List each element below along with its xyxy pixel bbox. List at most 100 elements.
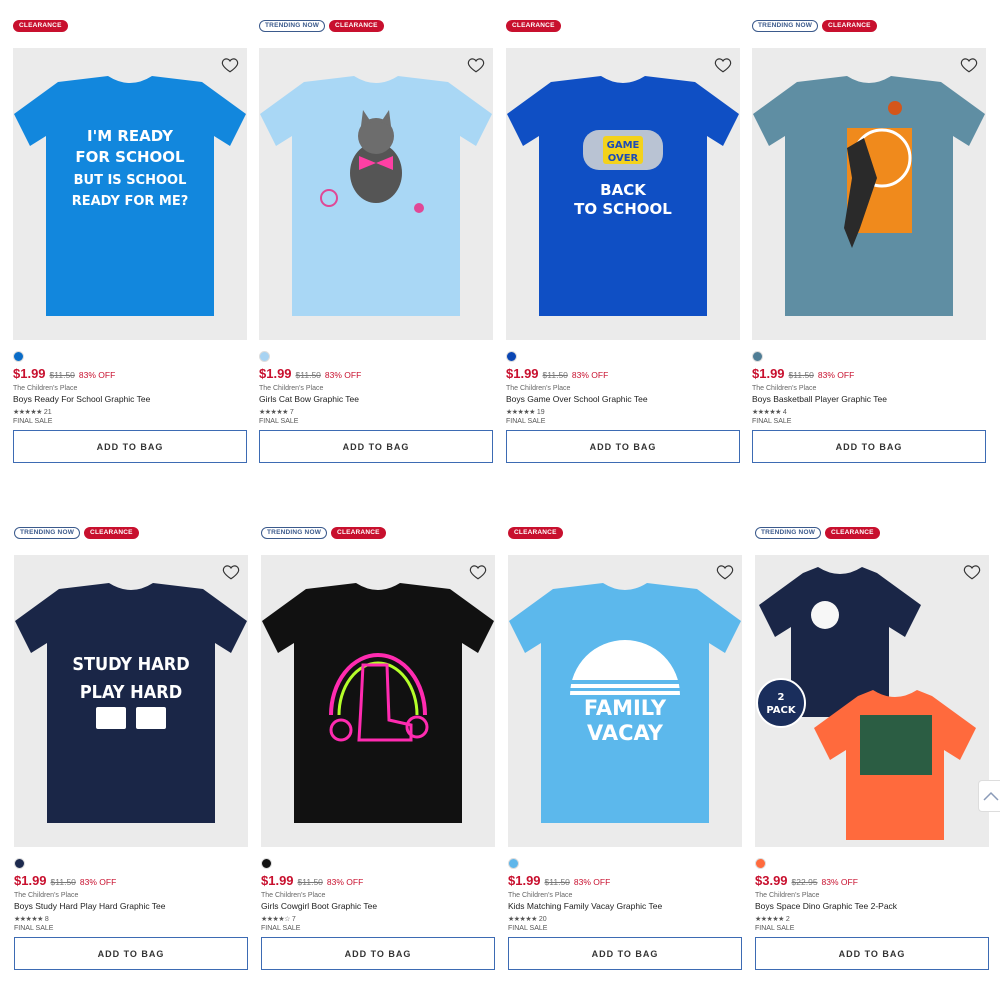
rating[interactable]: ★★★★★ 8 xyxy=(14,914,248,924)
add-to-bag-button[interactable]: ADD TO BAG xyxy=(14,937,248,970)
add-to-bag-button[interactable]: ADD TO BAG xyxy=(259,430,493,463)
product-card[interactable]: TRENDING NOW CLEARANCE $1.99 $11.50 83% OFF T… xyxy=(259,20,493,463)
product-name-link[interactable]: Girls Cat Bow Graphic Tee xyxy=(259,394,493,404)
product-image[interactable]: 2 PACK xyxy=(755,555,989,847)
shirt-graphic-text: GAME xyxy=(607,140,640,151)
discount-label: 83% OFF xyxy=(79,877,117,887)
clearance-badge: CLEARANCE xyxy=(84,527,139,539)
sale-price: $1.99 xyxy=(13,366,46,381)
trending-badge: TRENDING NOW xyxy=(261,527,328,539)
shirt-graphic-text: 2 xyxy=(778,692,785,703)
shirt-graphic-text: STUDY HARD xyxy=(72,654,189,675)
product-image[interactable]: FAMILYVACAY xyxy=(508,555,742,847)
product-name-link[interactable]: Boys Ready For School Graphic Tee xyxy=(13,394,247,404)
add-to-bag-button[interactable]: ADD TO BAG xyxy=(13,430,247,463)
product-image-container[interactable]: I'M READY FOR SCHOOL BUT IS SCHOOL READY FO… xyxy=(13,48,247,340)
shirt-graphic-text: READY FOR ME? xyxy=(72,194,189,209)
product-card[interactable]: TRENDING NOW CLEARANCE STUDY HARD PLAY HARD… xyxy=(14,527,248,970)
product-name-link[interactable]: Boys Game Over School Graphic Tee xyxy=(506,394,740,404)
shirt-graphic-text: I'M READY xyxy=(87,127,174,145)
badge-row: TRENDING NOW CLEARANCE xyxy=(752,20,986,34)
discount-label: 83% OFF xyxy=(573,877,611,887)
badge-row: CLEARANCE xyxy=(506,20,740,34)
scroll-to-top-button[interactable] xyxy=(978,780,1000,812)
product-image[interactable] xyxy=(261,555,495,847)
brand-name: The Children's Place xyxy=(755,892,820,899)
rating[interactable]: ★★★★★ 2 xyxy=(755,914,989,924)
shirt-graphic-text: TO SCHOOL xyxy=(574,200,672,218)
clearance-badge: CLEARANCE xyxy=(331,527,386,539)
color-swatch[interactable] xyxy=(14,858,25,869)
badge-row: TRENDING NOW CLEARANCE xyxy=(14,527,248,541)
rating[interactable]: ★★★★☆ 7 xyxy=(261,914,495,924)
heart-icon[interactable] xyxy=(222,563,240,581)
product-card[interactable]: TRENDING NOW CLEARANCE $1.99 $11.50 83% OFF T… xyxy=(752,20,986,463)
product-card[interactable]: TRENDING NOW CLEARANCE $1.99 $11.50 83% OFF T… xyxy=(261,527,495,970)
trending-badge: TRENDING NOW xyxy=(259,20,326,32)
product-image[interactable] xyxy=(752,48,986,340)
heart-icon[interactable] xyxy=(963,563,981,581)
color-swatch[interactable] xyxy=(508,858,519,869)
product-image[interactable]: I'M READY FOR SCHOOL BUT IS SCHOOL READY FO… xyxy=(13,48,247,340)
product-image-container[interactable] xyxy=(752,48,986,340)
sale-price: $3.99 xyxy=(755,873,788,888)
product-image-container[interactable]: 2 PACK xyxy=(755,555,989,847)
add-to-bag-button[interactable]: ADD TO BAG xyxy=(508,937,742,970)
heart-icon[interactable] xyxy=(469,563,487,581)
product-image[interactable]: GAME OVER BACKTO SCHOOL xyxy=(506,48,740,340)
badge-row: TRENDING NOW CLEARANCE xyxy=(755,527,989,541)
final-sale-label: FINAL SALE xyxy=(752,418,792,425)
final-sale-label: FINAL SALE xyxy=(261,925,301,932)
clearance-badge: CLEARANCE xyxy=(13,20,68,32)
sale-price: $1.99 xyxy=(508,873,541,888)
color-swatch[interactable] xyxy=(259,351,270,362)
rating[interactable]: ★★★★★ 19 xyxy=(506,407,740,417)
sale-price: $1.99 xyxy=(14,873,47,888)
brand-name: The Children's Place xyxy=(261,892,326,899)
clearance-badge: CLEARANCE xyxy=(508,527,563,539)
product-card[interactable]: CLEARANCE FAMILY VACAY $1.99 $11.50 83% OFF Th… xyxy=(508,527,742,970)
product-image[interactable] xyxy=(259,48,493,340)
rating[interactable]: ★★★★★ 21 xyxy=(13,407,247,417)
product-name-link[interactable]: Boys Basketball Player Graphic Tee xyxy=(752,394,986,404)
price-row: $1.99 $11.50 83% OFF xyxy=(259,366,493,381)
discount-label: 83% OFF xyxy=(324,370,362,380)
rating[interactable]: ★★★★★ 4 xyxy=(752,407,986,417)
price-row: $3.99 $22.95 83% OFF xyxy=(755,873,989,888)
heart-icon[interactable] xyxy=(960,56,978,74)
color-swatch[interactable] xyxy=(261,858,272,869)
heart-icon[interactable] xyxy=(716,563,734,581)
product-name-link[interactable]: Girls Cowgirl Boot Graphic Tee xyxy=(261,901,495,911)
product-image[interactable]: STUDY HARD PLAY HARD xyxy=(14,555,248,847)
product-grid: CLEARANCE I'M READY FOR SCHOOL BUT IS SCHOO… xyxy=(0,0,1000,1000)
add-to-bag-button[interactable]: ADD TO BAG xyxy=(261,937,495,970)
product-name-link[interactable]: Boys Study Hard Play Hard Graphic Tee xyxy=(14,901,248,911)
product-card[interactable]: CLEARANCE I'M READY FOR SCHOOL BUT IS SCHOO… xyxy=(13,20,247,463)
shirt-graphic-text: VACAY xyxy=(587,721,664,745)
heart-icon[interactable] xyxy=(221,56,239,74)
discount-label: 83% OFF xyxy=(821,877,858,887)
product-name-link[interactable]: Boys Space Dino Graphic Tee 2-Pack xyxy=(755,901,989,911)
discount-label: 83% OFF xyxy=(326,877,364,887)
rating[interactable]: ★★★★★ 7 xyxy=(259,407,493,417)
product-image-container[interactable]: FAMILY VACAY xyxy=(508,555,742,847)
rating[interactable]: ★★★★★ 20 xyxy=(508,914,742,924)
review-count: 4 xyxy=(782,408,787,416)
add-to-bag-button[interactable]: ADD TO BAG xyxy=(506,430,740,463)
color-swatch[interactable] xyxy=(13,351,24,362)
add-to-bag-button[interactable]: ADD TO BAG xyxy=(755,937,989,970)
color-swatch[interactable] xyxy=(752,351,763,362)
product-name-link[interactable]: Kids Matching Family Vacay Graphic Tee xyxy=(508,901,742,911)
product-image-container[interactable]: STUDY HARD PLAY HARD xyxy=(14,555,248,847)
heart-icon[interactable] xyxy=(467,56,485,74)
original-price: $11.50 xyxy=(50,877,76,887)
product-image-container[interactable]: GAME OVER BACK TO SCHOOL xyxy=(506,48,740,340)
add-to-bag-button[interactable]: ADD TO BAG xyxy=(752,430,986,463)
product-image-container[interactable] xyxy=(259,48,493,340)
product-card[interactable]: CLEARANCE GAME OVER BACK TO SCHOOL $1.99 $11.5… xyxy=(506,20,740,463)
color-swatch[interactable] xyxy=(506,351,517,362)
color-swatch[interactable] xyxy=(755,858,766,869)
heart-icon[interactable] xyxy=(714,56,732,74)
product-image-container[interactable] xyxy=(261,555,495,847)
product-card[interactable]: TRENDING NOW CLEARANCE 2 PACK $3.99 $22.95 83%… xyxy=(755,527,989,970)
